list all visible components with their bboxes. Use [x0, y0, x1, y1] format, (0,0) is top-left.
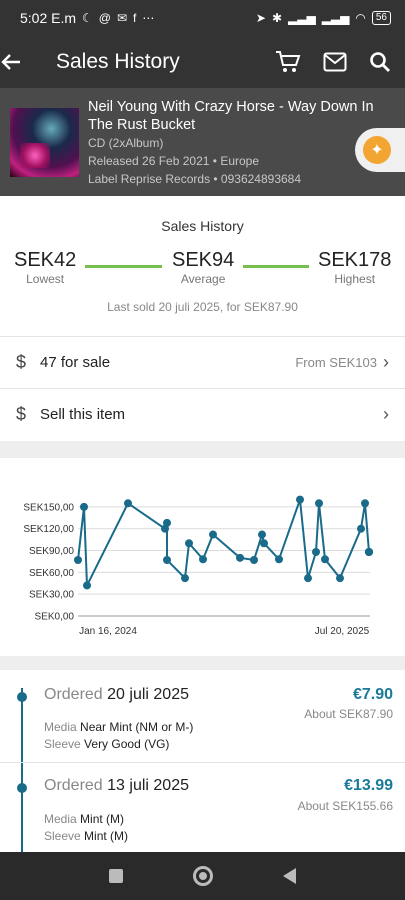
chart-data-point[interactable]: [83, 581, 91, 590]
chart-y-tick-label: SEK0,00: [35, 612, 75, 623]
signal-icon: ▂▃▅: [288, 11, 316, 25]
chart-data-point[interactable]: [209, 530, 217, 539]
order-price: €7.90: [352, 686, 393, 703]
timeline-dot: [17, 692, 27, 702]
highest-stat: SEK178 Highest: [318, 249, 392, 286]
sales-chart-svg[interactable]: SEK0,00 SEK30,00 SEK60,00 SEK90,00 SEK120,00…: [0, 458, 405, 656]
order-sleeve-condition: Sleeve Mint (M): [44, 829, 129, 843]
release-cover-image[interactable]: [10, 108, 79, 177]
release-label: Label Reprise Records • 093624893684: [88, 172, 302, 186]
chart-data-point[interactable]: [296, 495, 304, 504]
order-item[interactable]: Ordered 13 juli 2025 €13.99 About SEK155…: [0, 763, 405, 852]
chevron-right-icon: ›: [383, 404, 389, 424]
threads-icon: @: [98, 11, 111, 25]
order-date: Ordered 20 juli 2025: [44, 686, 189, 703]
chart-y-tick-label: SEK30,00: [29, 590, 74, 601]
recent-apps-icon[interactable]: [109, 869, 123, 883]
dollar-icon: $: [16, 352, 27, 372]
order-price: €13.99: [344, 777, 393, 794]
chart-data-point[interactable]: [312, 548, 320, 556]
order-media-condition: Media Mint (M): [44, 812, 125, 826]
chart-data-point[interactable]: [181, 574, 189, 583]
home-icon[interactable]: [193, 866, 213, 886]
chart-data-point[interactable]: [260, 539, 268, 548]
chart-y-tick-label: SEK60,00: [29, 568, 74, 579]
chart-data-point[interactable]: [275, 555, 283, 564]
sell-item-label: Sell this item: [40, 406, 126, 423]
chevron-right-icon: ›: [383, 352, 389, 372]
location-icon: ➤: [255, 11, 266, 25]
for-sale-row[interactable]: $ 47 for sale From SEK103 ›: [0, 336, 405, 388]
status-time: 5:02 E.m: [20, 10, 77, 26]
mail-icon[interactable]: [323, 52, 347, 72]
sales-summary: Sales History SEK42 Lowest SEK94 Average…: [0, 196, 405, 336]
messenger-icon: ✉: [116, 11, 128, 25]
wifi-icon: ◠: [355, 11, 366, 25]
average-stat: SEK94 Average: [172, 249, 235, 286]
search-icon[interactable]: [369, 51, 391, 73]
order-item[interactable]: Ordered 20 juli 2025 €7.90 About SEK87.9…: [0, 670, 405, 762]
range-bar-left: [85, 265, 162, 268]
order-about-price: About SEK155.66: [297, 799, 393, 813]
order-media-condition: Media Near Mint (NM or M-): [44, 720, 194, 734]
chart-data-point[interactable]: [80, 502, 88, 511]
more-notifications-icon: ⋯: [142, 11, 155, 25]
chart-y-tick-label: SEK120,00: [23, 524, 74, 535]
chart-y-tick-label: SEK90,00: [29, 546, 74, 557]
accessibility-button[interactable]: ✦: [355, 128, 405, 172]
battery-icon: 56: [371, 11, 391, 25]
chart-data-point[interactable]: [74, 556, 82, 564]
chart-x-tick-label: Jan 16, 2024: [79, 626, 137, 637]
release-title: Neil Young With Crazy Horse - Way Down I…: [88, 99, 374, 133]
status-bar: 5:02 E.m ☾ @ ✉ f ⋯ ➤ ✱ ▂▃▅ ▂▃▅ ◠ 56: [0, 0, 405, 36]
chart-data-point[interactable]: [315, 499, 323, 508]
section-divider: [0, 656, 405, 670]
last-sold-text: Last sold 20 juli 2025, for SEK87.90: [107, 300, 298, 314]
chart-y-tick-label: SEK150,00: [23, 502, 74, 513]
sales-chart[interactable]: SEK0,00 SEK30,00 SEK60,00 SEK90,00 SEK120,00…: [0, 458, 405, 656]
chart-data-point[interactable]: [163, 556, 171, 564]
system-back-icon[interactable]: [283, 868, 296, 884]
sales-summary-heading: Sales History: [161, 218, 244, 234]
for-sale-label: 47 for sale: [40, 354, 111, 371]
order-about-price: About SEK87.90: [304, 707, 393, 721]
chart-data-point[interactable]: [163, 518, 171, 527]
system-nav-bar: [0, 852, 405, 900]
release-format: CD (2xAlbum): [88, 136, 164, 150]
chart-data-point[interactable]: [258, 530, 266, 539]
order-sleeve-condition: Sleeve Very Good (VG): [44, 737, 170, 751]
accessibility-icon: ✦: [363, 136, 391, 164]
bluetooth-icon: ✱: [271, 11, 283, 25]
chart-x-tick-label: Jul 20, 2025: [315, 626, 370, 637]
chart-data-point[interactable]: [236, 553, 244, 562]
release-header[interactable]: Neil Young With Crazy Horse - Way Down I…: [0, 88, 405, 196]
cart-icon[interactable]: [275, 50, 301, 74]
chart-data-point[interactable]: [321, 555, 329, 564]
chart-data-point[interactable]: [304, 574, 312, 583]
back-arrow-icon[interactable]: [0, 51, 56, 73]
orders-list: Ordered 20 juli 2025 €7.90 About SEK87.9…: [0, 670, 405, 852]
chart-data-point[interactable]: [250, 556, 258, 564]
lowest-stat: SEK42 Lowest: [14, 249, 77, 286]
order-date: Ordered 13 juli 2025: [44, 777, 189, 794]
chart-data-point[interactable]: [336, 574, 344, 583]
page-title: Sales History: [56, 50, 180, 73]
dollar-icon: $: [16, 404, 27, 424]
for-sale-from-price: From SEK103: [295, 355, 377, 370]
chart-data-point[interactable]: [124, 499, 132, 508]
chart-data-point[interactable]: [357, 524, 365, 533]
chart-data-point[interactable]: [361, 499, 369, 508]
sell-item-row[interactable]: $ Sell this item ›: [0, 388, 405, 440]
release-date: Released 26 Feb 2021 • Europe: [88, 154, 260, 168]
moon-icon: ☾: [82, 11, 93, 25]
chart-data-point[interactable]: [185, 539, 193, 548]
section-divider: [0, 441, 405, 458]
app-bar: Sales History: [0, 36, 405, 88]
range-bar-right: [243, 265, 309, 268]
chart-data-point[interactable]: [365, 548, 373, 556]
chart-data-point[interactable]: [199, 555, 207, 564]
signal-2-icon: ▂▃▅: [321, 11, 350, 25]
timeline-dot: [17, 783, 27, 793]
facebook-icon: f: [133, 11, 137, 25]
